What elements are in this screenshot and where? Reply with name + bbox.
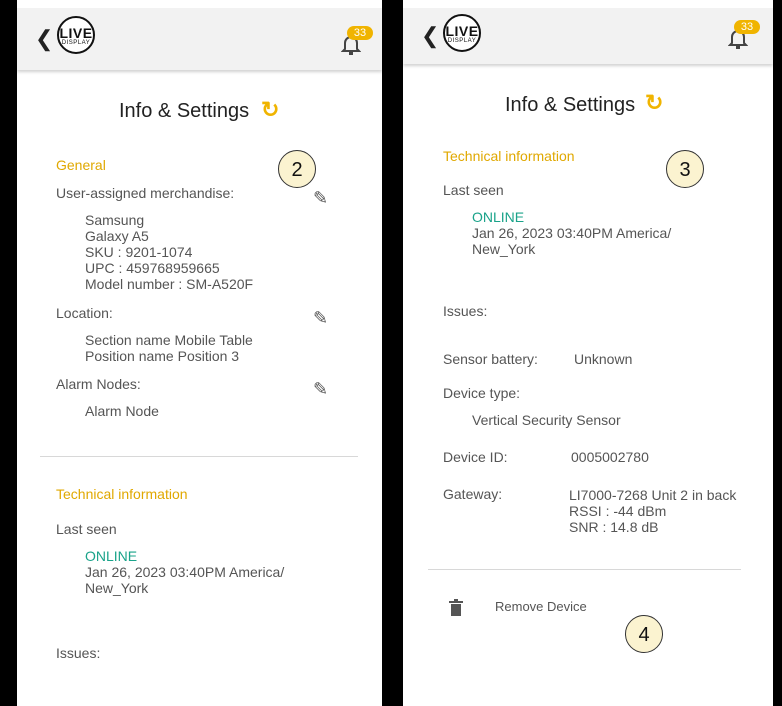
refresh-icon[interactable]: ↻ bbox=[261, 97, 279, 123]
device-id-label: Device ID: bbox=[443, 449, 508, 465]
notification-badge: 33 bbox=[734, 20, 760, 34]
app-header: ❮ LIVE DISPLAY 33 bbox=[403, 8, 773, 64]
issues-label: Issues: bbox=[56, 645, 101, 661]
merch-line: Samsung bbox=[85, 212, 145, 228]
notifications-button[interactable]: 33 bbox=[728, 20, 760, 50]
section-divider bbox=[40, 456, 358, 457]
location-details: Section name Mobile Table Position name … bbox=[85, 332, 253, 364]
refresh-icon[interactable]: ↻ bbox=[645, 90, 663, 116]
location-line: Section name Mobile Table bbox=[85, 332, 253, 348]
merch-line: SKU : 9201-1074 bbox=[85, 244, 193, 260]
left-border bbox=[0, 0, 17, 706]
pencil-icon[interactable]: ✎ bbox=[313, 188, 328, 209]
live-display-logo: LIVE DISPLAY bbox=[443, 14, 481, 52]
notifications-button[interactable]: 33 bbox=[341, 26, 373, 56]
alarm-node-value: Alarm Node bbox=[85, 403, 159, 419]
page-title: Info & Settings bbox=[119, 100, 250, 122]
status-online: ONLINE bbox=[85, 548, 138, 564]
battery-value: Unknown bbox=[574, 351, 633, 367]
gateway-details: LI7000-7268 Unit 2 in back RSSI : -44 dB… bbox=[569, 487, 736, 535]
location-line: Position name Position 3 bbox=[85, 348, 240, 364]
timestamp: Jan 26, 2023 03:40PM America/ bbox=[85, 564, 285, 580]
gateway-label: Gateway: bbox=[443, 486, 503, 502]
general-heading: General bbox=[56, 157, 106, 173]
back-button[interactable]: ❮ bbox=[35, 26, 53, 52]
last-seen-value: ONLINE Jan 26, 2023 03:40PM America/ New… bbox=[85, 548, 284, 596]
section-divider bbox=[428, 569, 741, 570]
device-id-value: 0005002780 bbox=[571, 449, 649, 465]
merch-line: UPC : 459768959665 bbox=[85, 260, 220, 276]
technical-heading: Technical information bbox=[56, 486, 188, 502]
merch-label: User-assigned merchandise: bbox=[56, 185, 235, 201]
pencil-icon[interactable]: ✎ bbox=[313, 379, 328, 400]
trash-icon bbox=[449, 599, 463, 616]
notification-badge: 33 bbox=[347, 26, 373, 40]
gateway-line: LI7000-7268 Unit 2 in back bbox=[569, 487, 737, 503]
right-border bbox=[773, 0, 782, 706]
timestamp-tz: New_York bbox=[85, 580, 149, 596]
step-marker: 3 bbox=[666, 150, 704, 188]
last-seen-label: Last seen bbox=[443, 182, 504, 198]
device-type-value: Vertical Security Sensor bbox=[472, 412, 621, 428]
gateway-line: SNR : 14.8 dB bbox=[569, 519, 659, 535]
last-seen-value: ONLINE Jan 26, 2023 03:40PM America/ New… bbox=[472, 209, 671, 257]
gateway-line: RSSI : -44 dBm bbox=[569, 503, 667, 519]
location-label: Location: bbox=[56, 305, 113, 321]
last-seen-label: Last seen bbox=[56, 521, 117, 537]
center-divider bbox=[382, 0, 403, 706]
merch-line: Model number : SM-A520F bbox=[85, 276, 254, 292]
screen-left: ❮ LIVE DISPLAY 33 Info & Settings ↻ 2 Ge… bbox=[17, 8, 382, 698]
battery-label: Sensor battery: bbox=[443, 351, 538, 367]
timestamp: Jan 26, 2023 03:40PM America/ bbox=[472, 225, 672, 241]
technical-heading: Technical information bbox=[443, 148, 575, 164]
timestamp-tz: New_York bbox=[472, 241, 536, 257]
issues-label: Issues: bbox=[443, 303, 488, 319]
merch-line: Galaxy A5 bbox=[85, 228, 149, 244]
app-header: ❮ LIVE DISPLAY 33 bbox=[17, 8, 382, 70]
remove-device-button[interactable]: Remove Device bbox=[443, 594, 643, 620]
screen-right: ❮ LIVE DISPLAY 33 Info & Settings ↻ 3 Te… bbox=[403, 8, 773, 698]
pencil-icon[interactable]: ✎ bbox=[313, 308, 328, 329]
status-online: ONLINE bbox=[472, 209, 525, 225]
back-button[interactable]: ❮ bbox=[421, 23, 439, 49]
step-marker: 2 bbox=[278, 150, 316, 188]
alarm-nodes-label: Alarm Nodes: bbox=[56, 376, 141, 392]
merch-details: Samsung Galaxy A5 SKU : 9201-1074 UPC : … bbox=[85, 212, 253, 292]
remove-device-label: Remove Device bbox=[495, 599, 587, 614]
page-title: Info & Settings bbox=[505, 94, 636, 116]
step-marker: 4 bbox=[625, 615, 663, 653]
device-type-label: Device type: bbox=[443, 385, 521, 401]
live-display-logo: LIVE DISPLAY bbox=[57, 16, 95, 54]
